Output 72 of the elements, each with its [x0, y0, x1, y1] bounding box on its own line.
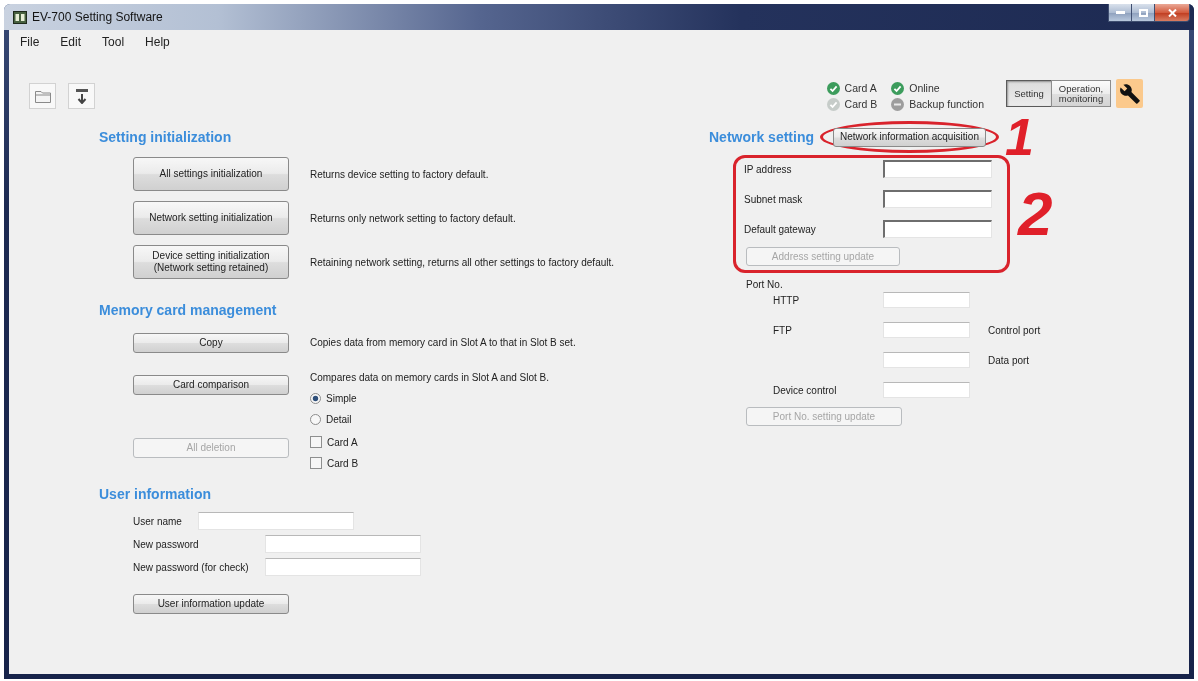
- input-field[interactable]: [198, 512, 354, 530]
- wrench-icon: [1119, 83, 1140, 104]
- port-field[interactable]: [883, 292, 970, 308]
- mode-tab[interactable]: Operation, monitoring: [1051, 80, 1111, 107]
- arrow-down-icon: [75, 88, 88, 104]
- maximize-button[interactable]: [1131, 4, 1155, 22]
- status-label: Backup function: [909, 98, 984, 110]
- radio-label: Simple: [326, 392, 357, 404]
- maximize-icon: [1138, 8, 1148, 17]
- ip-address-field[interactable]: [883, 190, 992, 208]
- checkbox[interactable]: [310, 457, 322, 469]
- port-field[interactable]: [883, 322, 970, 338]
- description-text: Returns only network setting to factory default.: [310, 212, 516, 224]
- action-button[interactable]: Device setting initialization (Network setting retained): [133, 245, 289, 279]
- minimize-icon: [1115, 11, 1125, 14]
- section-heading: User information: [99, 485, 211, 503]
- field-label: Subnet mask: [744, 193, 803, 205]
- menu-item[interactable]: Tool: [96, 33, 131, 51]
- status-label: Card A: [844, 82, 877, 94]
- password-field[interactable]: [265, 535, 421, 553]
- ip-address-field[interactable]: [883, 220, 992, 238]
- section-heading: Network setting: [709, 128, 814, 146]
- status-label: Online: [909, 82, 940, 94]
- callout-number: 2: [1018, 189, 1053, 239]
- field-note: Control port: [988, 324, 1041, 336]
- action-button[interactable]: All settings initialization: [133, 157, 289, 191]
- checkbox-label: Card B: [327, 457, 359, 469]
- action-button[interactable]: Card comparison: [133, 375, 289, 395]
- radio-button[interactable]: [310, 413, 321, 425]
- port-field[interactable]: [883, 352, 970, 368]
- app-icon: [13, 10, 27, 24]
- action-button[interactable]: Network information acquisition: [833, 127, 986, 147]
- open-button[interactable]: [29, 83, 56, 109]
- mode-tab[interactable]: Setting: [1006, 80, 1052, 107]
- tools-button[interactable]: [1116, 79, 1143, 108]
- section-heading: Memory card management: [99, 301, 277, 319]
- description-text: Compares data on memory cards in Slot A and Slot B.: [310, 371, 549, 385]
- field-label: User name: [133, 515, 182, 527]
- action-button[interactable]: Copy: [133, 333, 289, 353]
- field-label: FTP: [773, 324, 792, 336]
- ip-address-field[interactable]: [883, 160, 992, 178]
- password-field[interactable]: [265, 558, 421, 576]
- window-title: EV-700 Setting Software: [32, 10, 163, 24]
- menu-item[interactable]: Help: [139, 33, 176, 51]
- menu-item[interactable]: Edit: [54, 33, 88, 51]
- description-text: Copies data from memory card in Slot A to that in Slot B set.: [310, 336, 576, 350]
- close-button[interactable]: [1154, 4, 1190, 22]
- folder-icon: [34, 89, 51, 103]
- status-label: Card B: [844, 98, 878, 110]
- description-text: Retaining network setting, returns all other settings to factory default.: [310, 256, 615, 268]
- field-note: Data port: [988, 354, 1030, 366]
- checkbox-label: Card A: [327, 436, 358, 448]
- checkbox[interactable]: [310, 436, 322, 448]
- download-button[interactable]: [68, 83, 95, 109]
- minimize-button[interactable]: [1108, 4, 1132, 22]
- callout-number: 1: [1004, 117, 1034, 157]
- port-field[interactable]: [883, 382, 970, 398]
- field-label: Default gateway: [744, 223, 816, 235]
- radio-label: Detail: [326, 413, 352, 425]
- radio-button[interactable]: [310, 392, 321, 404]
- section-heading: Setting initialization: [99, 128, 232, 146]
- menu-item[interactable]: File: [14, 33, 46, 51]
- description-text: Returns device setting to factory default.: [310, 168, 489, 180]
- close-icon: [1167, 8, 1177, 17]
- field-label: New password (for check): [133, 561, 249, 573]
- action-button[interactable]: Network setting initialization: [133, 201, 289, 235]
- field-label: HTTP: [773, 294, 800, 306]
- action-button[interactable]: User information update: [133, 594, 289, 614]
- field-label: IP address: [744, 163, 792, 175]
- field-label: Device control: [773, 384, 837, 396]
- group-label: Port No.: [746, 278, 783, 292]
- field-label: New password: [133, 538, 199, 550]
